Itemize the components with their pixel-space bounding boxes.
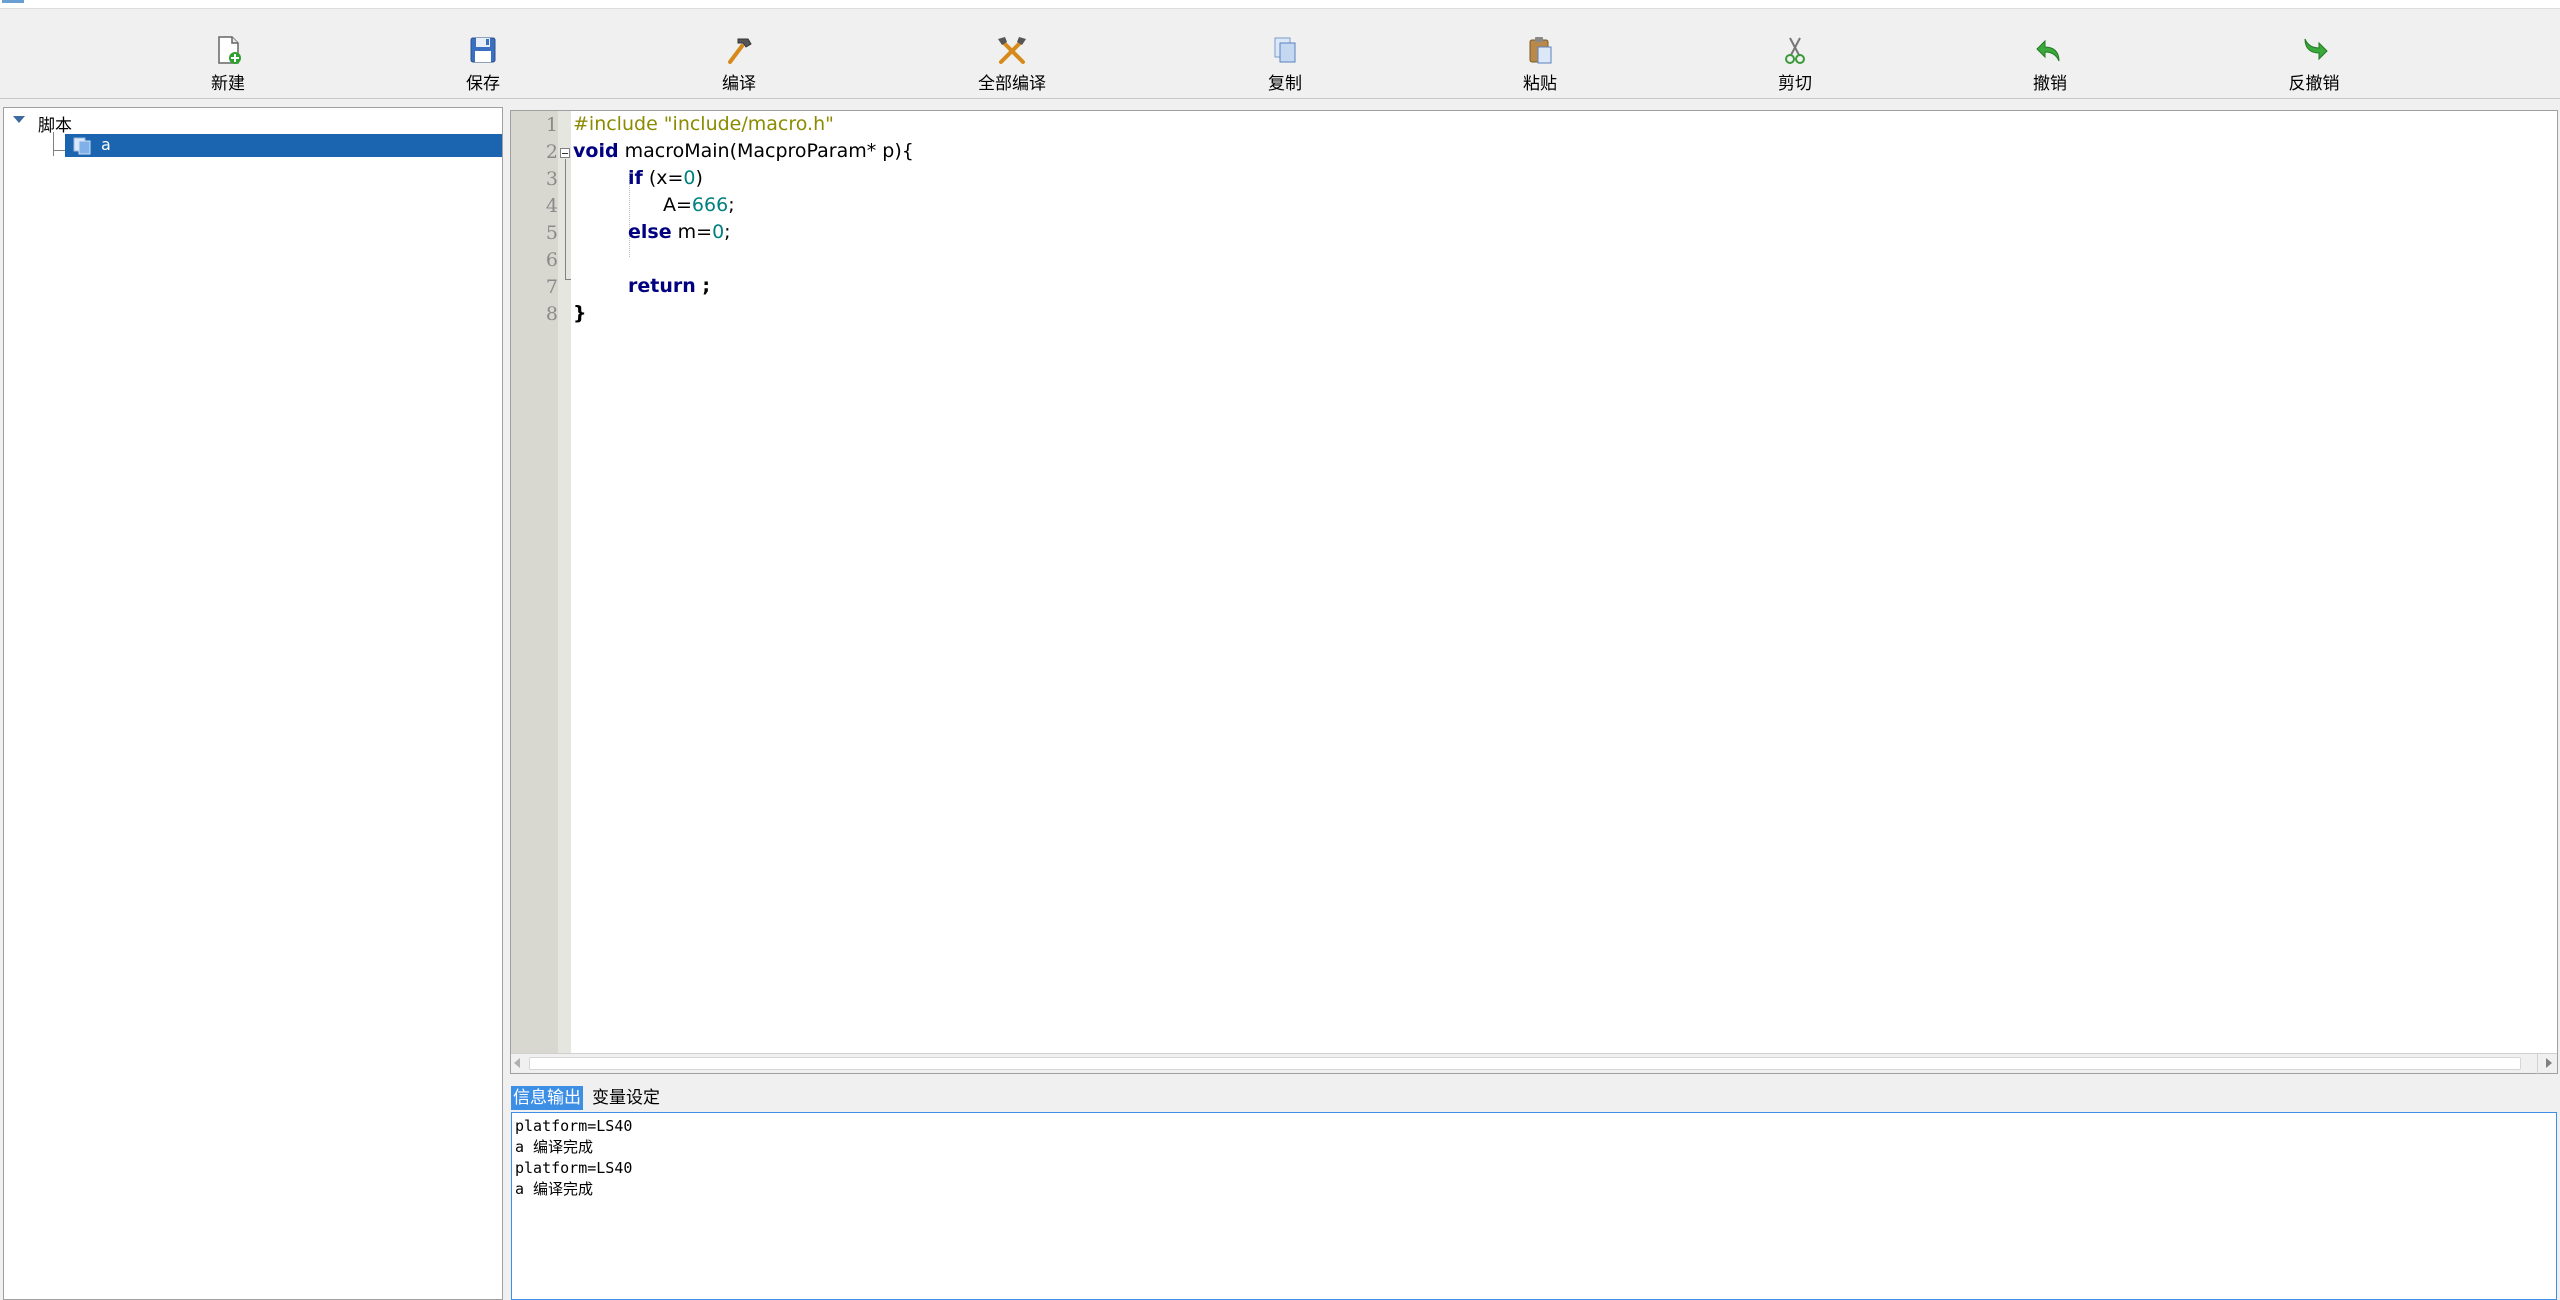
fold-toggle-icon[interactable] [560, 148, 570, 158]
fold-line [565, 279, 571, 280]
undo-button[interactable]: 撤销 [1990, 23, 2110, 95]
line-number: 8 [545, 303, 558, 325]
code-line-8: } [573, 300, 587, 327]
tree-root-label: 脚本 [38, 116, 72, 136]
scroll-right-icon[interactable] [2546, 1058, 2552, 1068]
code-text-span: m= [671, 221, 713, 243]
tab-info-output[interactable]: 信息输出 [511, 1086, 583, 1110]
tab-variable-settings[interactable]: 变量设定 [590, 1086, 662, 1110]
scrollbar-thumb[interactable] [529, 1057, 2521, 1070]
code-line-7: return ; [628, 273, 710, 300]
code-text-span: } [573, 302, 587, 324]
copy-button-label: 复制 [1268, 74, 1302, 94]
compile-all-button[interactable]: 全部编译 [952, 23, 1072, 95]
code-line-5: else m=0; [628, 219, 731, 246]
cut-button[interactable]: 剪切 [1735, 23, 1855, 95]
paste-button[interactable]: 粘贴 [1480, 23, 1600, 95]
keyword: if [628, 167, 643, 189]
code-editor[interactable]: 1 2 3 4 5 6 7 8 #include "include/macro.… [510, 110, 2558, 1074]
preprocessor-directive: #include "include/macro.h" [573, 113, 834, 135]
keyword: void [573, 140, 619, 162]
line-number: 4 [545, 195, 558, 217]
clipboard-icon [1529, 37, 1552, 64]
vertical-splitter[interactable] [503, 107, 509, 1300]
code-text-span: ; [728, 194, 735, 216]
keyword: else [628, 221, 672, 243]
undo-arrow-icon [2036, 39, 2060, 62]
line-number: 7 [545, 276, 558, 298]
paste-button-label: 粘贴 [1523, 74, 1557, 94]
app-icon [2, 0, 24, 3]
line-number: 3 [545, 168, 558, 190]
new-file-icon [218, 36, 241, 64]
code-text-span: ; [695, 275, 710, 297]
redo-arrow-icon [2304, 38, 2328, 61]
output-line: a 编译完成 [515, 1138, 594, 1156]
line-number: 5 [545, 222, 558, 244]
new-button-label: 新建 [211, 74, 245, 94]
scroll-left-icon[interactable] [514, 1058, 520, 1068]
number-literal: 0 [712, 221, 725, 243]
compile-all-button-label: 全部编译 [978, 74, 1046, 94]
undo-button-label: 撤销 [2033, 74, 2067, 94]
tree-item-label: a [101, 135, 111, 154]
horizontal-scrollbar[interactable] [511, 1053, 2557, 1074]
output-line: platform=LS40 [515, 1159, 633, 1177]
redo-button-label: 反撤销 [2288, 74, 2340, 94]
cut-button-label: 剪切 [1778, 74, 1812, 94]
save-button-label: 保存 [466, 74, 500, 94]
tree-item-a[interactable]: a [65, 134, 502, 157]
line-number: 2 [545, 141, 558, 163]
code-line-3: if (x=0) [628, 165, 703, 192]
code-text[interactable]: #include "include/macro.h" void macroMai… [573, 111, 2557, 1053]
code-text-span: ; [724, 221, 731, 243]
window-title-bar [0, 0, 2560, 9]
compile-button[interactable]: 编译 [679, 23, 799, 95]
line-number: 6 [545, 249, 558, 271]
compile-button-label: 编译 [722, 74, 756, 94]
script-file-icon [73, 137, 91, 155]
code-line-4: A=666; [663, 192, 735, 219]
scissors-icon [1785, 37, 1805, 64]
output-line: platform=LS40 [515, 1117, 633, 1135]
crossed-tools-icon [998, 37, 1026, 64]
keyword: return [628, 275, 696, 297]
line-number: 1 [545, 114, 558, 136]
code-text-span: macroMain(MacproParam* p){ [618, 140, 914, 162]
code-text-span: A= [663, 194, 692, 216]
number-literal: 666 [691, 194, 729, 216]
expand-triangle-icon[interactable] [13, 116, 25, 123]
horizontal-splitter[interactable] [510, 1074, 2558, 1086]
fold-line [565, 159, 566, 279]
copy-button[interactable]: 复制 [1225, 23, 1345, 95]
new-button[interactable]: 新建 [168, 23, 288, 95]
output-panel[interactable]: platform=LS40 a 编译完成 platform=LS40 a 编译完… [511, 1112, 2557, 1300]
floppy-disk-icon [470, 37, 496, 63]
output-line: a 编译完成 [515, 1180, 594, 1198]
toolbar: 新建 保存 编译 全部编译 复制 粘贴 剪切 撤销 反撤销 [0, 9, 2560, 99]
save-button[interactable]: 保存 [423, 23, 543, 95]
hammer-icon [728, 38, 752, 64]
script-tree[interactable]: 脚本 a [3, 107, 503, 1300]
code-line-1: #include "include/macro.h" [573, 111, 834, 138]
tree-root-scripts[interactable]: 脚本 [4, 110, 502, 136]
code-line-2: void macroMain(MacproParam* p){ [573, 138, 914, 165]
code-text-span: ) [695, 167, 703, 189]
redo-button[interactable]: 反撤销 [2254, 23, 2374, 95]
number-literal: 0 [683, 167, 696, 189]
code-text-span: (x= [642, 167, 684, 189]
tree-connector [53, 132, 54, 156]
copy-icon [1274, 37, 1296, 63]
